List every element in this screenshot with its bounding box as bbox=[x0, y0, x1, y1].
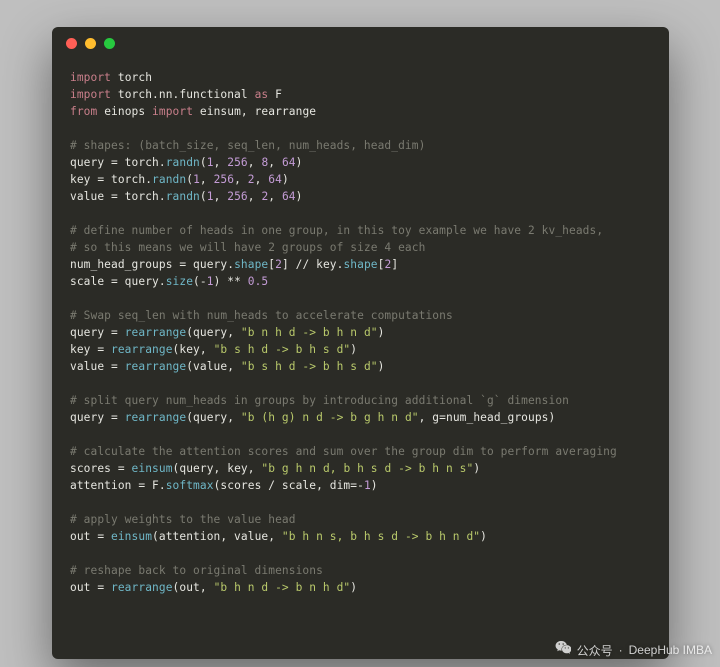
code-line: key = rearrange(key, "b s h d -> b h s d… bbox=[70, 341, 651, 358]
code-line: # Swap seq_len with num_heads to acceler… bbox=[70, 307, 651, 324]
watermark: 公众号 · DeepHub IMBA bbox=[555, 641, 712, 659]
code-line: # so this means we will have 2 groups of… bbox=[70, 239, 651, 256]
code-line: # apply weights to the value head bbox=[70, 511, 651, 528]
code-line: scale = query.size(-1) ** 0.5 bbox=[70, 273, 651, 290]
code-line bbox=[70, 290, 651, 307]
code-window: import torchimport torch.nn.functional a… bbox=[52, 27, 669, 659]
code-line: key = torch.randn(1, 256, 2, 64) bbox=[70, 171, 651, 188]
code-line: import torch bbox=[70, 69, 651, 86]
maximize-icon[interactable] bbox=[104, 38, 115, 49]
code-line: query = torch.randn(1, 256, 8, 64) bbox=[70, 154, 651, 171]
code-line: num_head_groups = query.shape[2] // key.… bbox=[70, 256, 651, 273]
code-line: # shapes: (batch_size, seq_len, num_head… bbox=[70, 137, 651, 154]
code-line: from einops import einsum, rearrange bbox=[70, 103, 651, 120]
code-line: import torch.nn.functional as F bbox=[70, 86, 651, 103]
code-line: # split query num_heads in groups by int… bbox=[70, 392, 651, 409]
code-line: # reshape back to original dimensions bbox=[70, 562, 651, 579]
code-line bbox=[70, 545, 651, 562]
code-line: # define number of heads in one group, i… bbox=[70, 222, 651, 239]
code-line: value = rearrange(value, "b s h d -> b h… bbox=[70, 358, 651, 375]
code-line bbox=[70, 120, 651, 137]
wechat-icon bbox=[555, 641, 571, 659]
minimize-icon[interactable] bbox=[85, 38, 96, 49]
code-line: out = rearrange(out, "b h n d -> b n h d… bbox=[70, 579, 651, 596]
code-line bbox=[70, 494, 651, 511]
code-line: out = einsum(attention, value, "b h n s,… bbox=[70, 528, 651, 545]
code-line: # calculate the attention scores and sum… bbox=[70, 443, 651, 460]
code-block: import torchimport torch.nn.functional a… bbox=[52, 59, 669, 614]
code-line bbox=[70, 426, 651, 443]
close-icon[interactable] bbox=[66, 38, 77, 49]
code-line bbox=[70, 375, 651, 392]
code-line bbox=[70, 205, 651, 222]
code-line: attention = F.softmax(scores / scale, di… bbox=[70, 477, 651, 494]
code-line: query = rearrange(query, "b (h g) n d ->… bbox=[70, 409, 651, 426]
code-line: scores = einsum(query, key, "b g h n d, … bbox=[70, 460, 651, 477]
window-titlebar bbox=[52, 27, 669, 59]
watermark-sep: · bbox=[619, 643, 623, 657]
watermark-label: 公众号 bbox=[577, 642, 613, 659]
watermark-name: DeepHub IMBA bbox=[629, 643, 712, 657]
code-line: query = rearrange(query, "b n h d -> b h… bbox=[70, 324, 651, 341]
code-line: value = torch.randn(1, 256, 2, 64) bbox=[70, 188, 651, 205]
